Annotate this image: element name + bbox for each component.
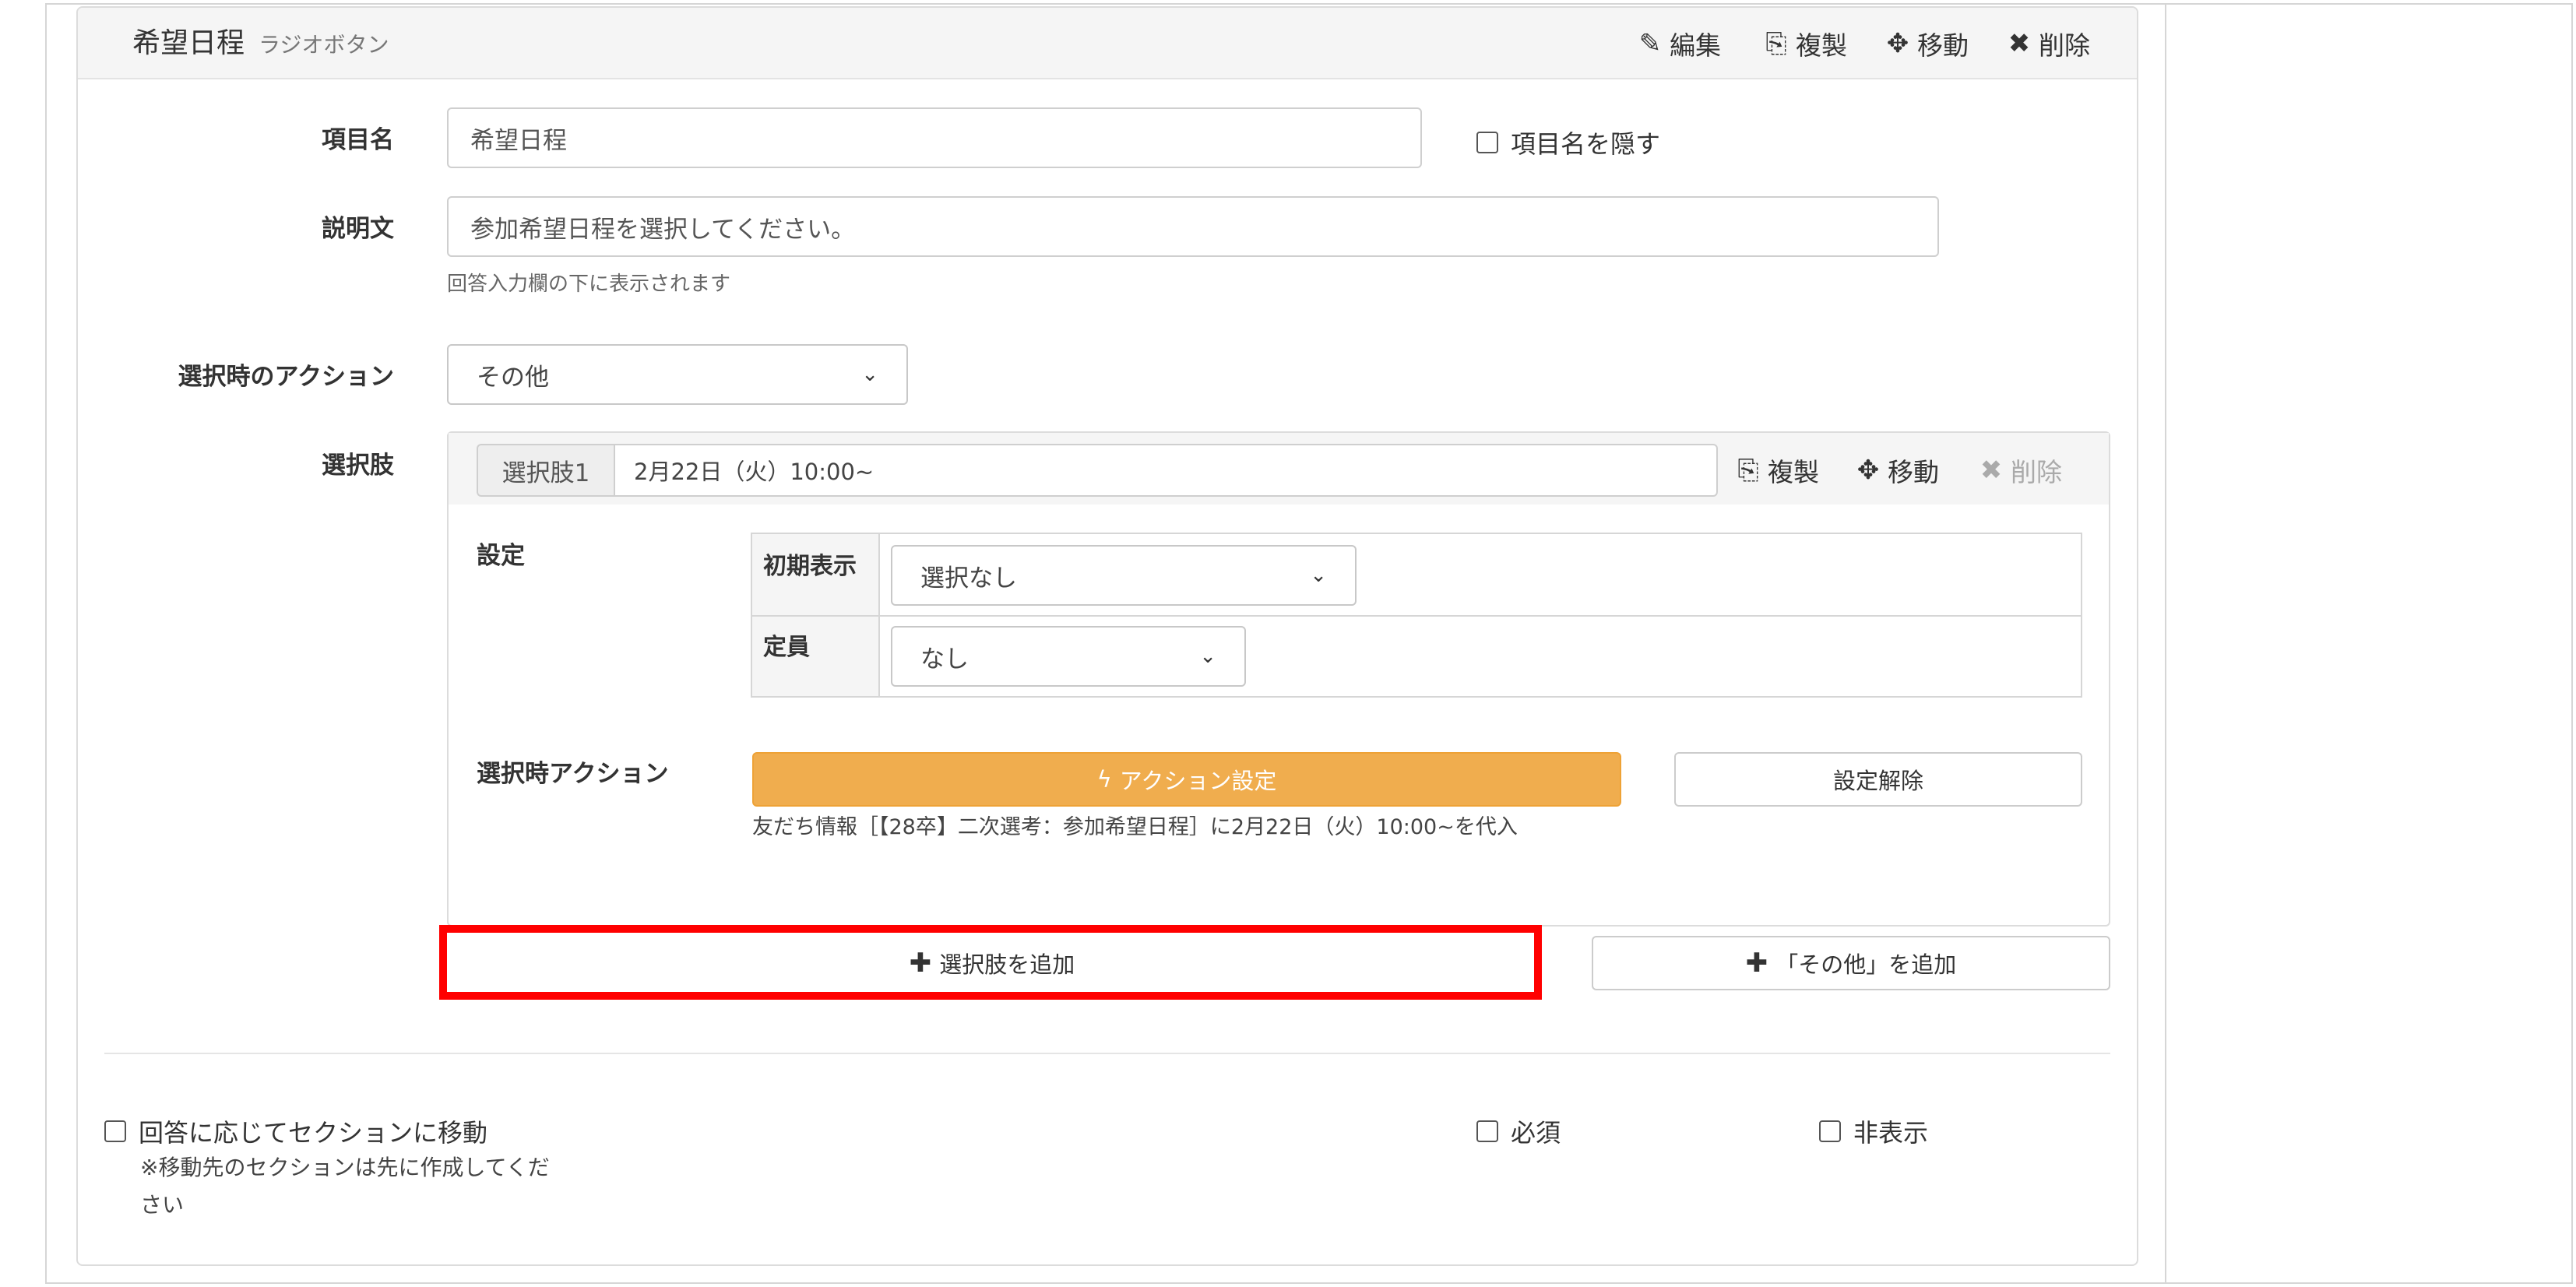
choice-copy-label: 複製	[1768, 457, 1819, 487]
card-title: 希望日程	[132, 27, 245, 59]
move-button[interactable]: ✥ 移動	[1883, 25, 1969, 62]
pencil-icon: ✎	[1638, 28, 1662, 59]
choice-number-addon: 選択肢1	[477, 444, 614, 497]
close-icon: ✖	[2008, 28, 2031, 59]
choice-copy-button[interactable]: ⎘ 複製	[1733, 452, 1819, 489]
capacity-label: 定員	[763, 634, 810, 661]
section-move-note-line2: さい	[140, 1192, 185, 1218]
choice-delete-button[interactable]: ✖ 削除	[1976, 452, 2062, 489]
action-settings-button[interactable]: ϟ アクション設定	[752, 752, 1621, 807]
clear-settings-label: 設定解除	[1832, 768, 1923, 794]
plus-icon: ✚	[1745, 948, 1768, 979]
description-value: 参加希望日程を選択してください。	[470, 215, 856, 244]
close-icon: ✖	[1980, 455, 2003, 486]
hidden-label: 非表示	[1853, 1118, 1929, 1148]
required-label: 必須	[1511, 1118, 1561, 1148]
add-other-label: 「その他」を追加	[1775, 951, 1957, 978]
move-label: 移動	[1917, 30, 1969, 61]
paste-icon: ⎘	[1737, 455, 1759, 486]
initial-display-value: 選択なし	[920, 564, 1017, 593]
initial-display-label: 初期表示	[763, 553, 857, 580]
section-move-checkbox-group[interactable]: 回答に応じてセクションに移動	[104, 1113, 487, 1149]
copy-button[interactable]: ⎘ 複製	[1761, 25, 1847, 62]
card-subtitle: ラジオボタン	[259, 32, 389, 58]
item-name-value: 希望日程	[470, 126, 567, 155]
settings-label: 設定	[477, 542, 525, 570]
edit-label: 編集	[1670, 30, 1721, 61]
required-checkbox-group[interactable]: 必須	[1476, 1113, 1561, 1149]
choice-text-input[interactable]: 2月22日（火）10:00~	[614, 444, 1718, 497]
copy-label: 複製	[1796, 30, 1847, 61]
choice-action-label: 選択時アクション	[477, 760, 669, 788]
hide-name-checkbox-group[interactable]: 項目名を隠す	[1476, 125, 1660, 160]
paste-icon: ⎘	[1765, 28, 1787, 59]
choice-move-button[interactable]: ✥ 移動	[1853, 452, 1939, 489]
hidden-checkbox-group[interactable]: 非表示	[1819, 1113, 1928, 1149]
move-arrows-icon: ✥	[1856, 455, 1880, 486]
chevron-down-icon: ⌄	[861, 363, 878, 386]
add-other-button[interactable]: ✚ 「その他」を追加	[1592, 936, 2110, 990]
highlight-box	[439, 925, 1542, 1000]
item-name-input[interactable]: 希望日程	[447, 107, 1422, 168]
select-action-label: 選択時のアクション	[178, 363, 394, 391]
section-move-label: 回答に応じてセクションに移動	[139, 1118, 488, 1148]
select-action-dropdown[interactable]: その他 ⌄	[447, 344, 908, 405]
description-input[interactable]: 参加希望日程を選択してください。	[447, 196, 1939, 257]
select-action-value: その他	[477, 363, 549, 392]
action-settings-label: アクション設定	[1119, 768, 1277, 794]
description-label: 説明文	[322, 215, 394, 243]
choices-label: 選択肢	[322, 452, 394, 480]
delete-button[interactable]: ✖ 削除	[2004, 25, 2090, 62]
section-move-note-line1: ※移動先のセクションは先に作成してくだ	[140, 1155, 550, 1180]
chevron-down-icon: ⌄	[1199, 645, 1216, 668]
section-divider	[104, 1053, 2110, 1054]
hidden-checkbox[interactable]	[1819, 1120, 1841, 1142]
choice-text-value: 2月22日（火）10:00~	[634, 459, 875, 485]
clear-settings-button[interactable]: 設定解除	[1674, 752, 2082, 807]
lightning-icon: ϟ	[1096, 766, 1112, 793]
settings-row-divider	[752, 615, 2081, 617]
delete-label: 削除	[2039, 30, 2090, 61]
edit-button[interactable]: ✎ 編集	[1635, 25, 1721, 62]
action-info-text: 友だち情報［【28卒】二次選考：参加希望日程］に2月22日（火）10:00~を代…	[752, 815, 1518, 839]
choice-delete-label: 削除	[2011, 457, 2062, 487]
item-name-label: 項目名	[322, 126, 394, 154]
hide-name-label: 項目名を隠す	[1511, 129, 1661, 159]
section-move-checkbox[interactable]	[104, 1120, 126, 1142]
initial-display-dropdown[interactable]: 選択なし ⌄	[891, 545, 1357, 606]
description-help: 回答入力欄の下に表示されます	[447, 273, 731, 296]
hide-name-checkbox[interactable]	[1476, 132, 1498, 153]
capacity-dropdown[interactable]: なし ⌄	[891, 626, 1246, 687]
choice-move-label: 移動	[1888, 457, 1939, 487]
move-arrows-icon: ✥	[1886, 28, 1909, 59]
required-checkbox[interactable]	[1476, 1120, 1498, 1142]
side-divider	[2165, 3, 2166, 1284]
chevron-down-icon: ⌄	[1310, 564, 1327, 587]
capacity-value: なし	[920, 645, 969, 673]
